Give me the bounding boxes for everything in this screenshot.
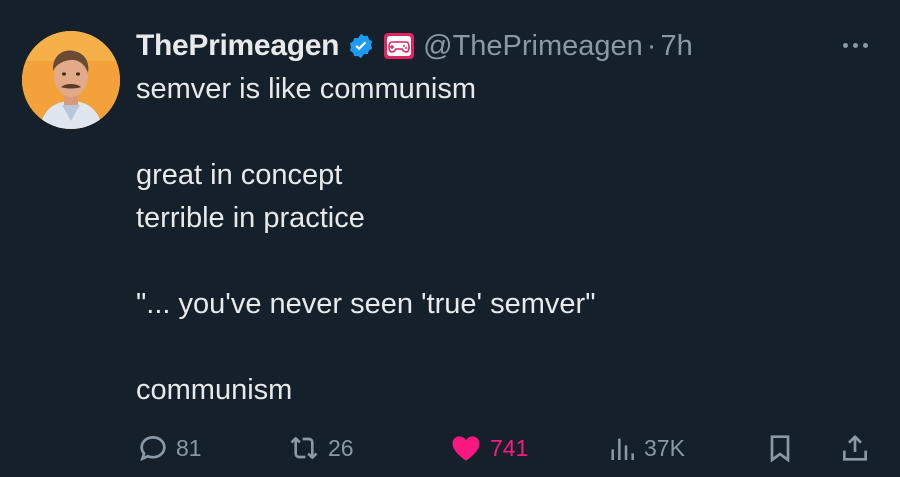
tweet-line: great in concept	[136, 159, 343, 191]
bookmark-button[interactable]	[764, 425, 796, 471]
tweet-line: "... you've never seen 'true' semver"	[136, 288, 596, 320]
reply-button[interactable]: 81	[136, 425, 202, 471]
author-name[interactable]: ThePrimeagen	[136, 29, 339, 63]
author-handle[interactable]: @ThePrimeagen	[423, 30, 643, 63]
views-button[interactable]: 37K	[606, 425, 685, 471]
tweet-line	[136, 326, 596, 369]
tweet-line	[136, 240, 596, 283]
heart-filled-icon	[448, 431, 484, 465]
tweet-line: terrible in practice	[136, 202, 365, 234]
tweet-header: ThePrimeagen @ThePrimeagen · 7h	[136, 24, 693, 68]
retweet-count: 26	[328, 434, 354, 461]
verified-badge-icon[interactable]	[347, 32, 375, 60]
tweet-line: semver is like communism	[136, 73, 476, 105]
bookmark-icon	[764, 431, 796, 465]
views-count: 37K	[644, 434, 685, 461]
avatar[interactable]	[22, 31, 120, 129]
views-bars-icon	[606, 431, 638, 465]
tweet-line: communism	[136, 374, 293, 406]
avatar-image	[22, 31, 120, 129]
action-bar: 81 26 741 37K	[136, 425, 876, 471]
tweet-line	[136, 111, 596, 154]
share-button[interactable]	[839, 425, 871, 471]
like-button[interactable]: 741	[448, 425, 528, 471]
like-count: 741	[490, 434, 529, 461]
tweet-text: semver is like communism great in concep…	[136, 68, 596, 412]
more-dots-icon[interactable]	[843, 30, 868, 60]
retweet-button[interactable]: 26	[286, 425, 354, 471]
header-separator: ·	[646, 29, 657, 62]
tweet-timestamp[interactable]: 7h	[660, 30, 692, 63]
reply-count: 81	[176, 434, 202, 461]
share-icon	[839, 431, 871, 465]
tweet-card: ThePrimeagen @ThePrimeagen · 7h semver i…	[0, 0, 900, 477]
gamepad-icon[interactable]	[383, 32, 415, 60]
reply-bubble-icon	[136, 431, 170, 465]
retweet-icon	[286, 431, 322, 465]
